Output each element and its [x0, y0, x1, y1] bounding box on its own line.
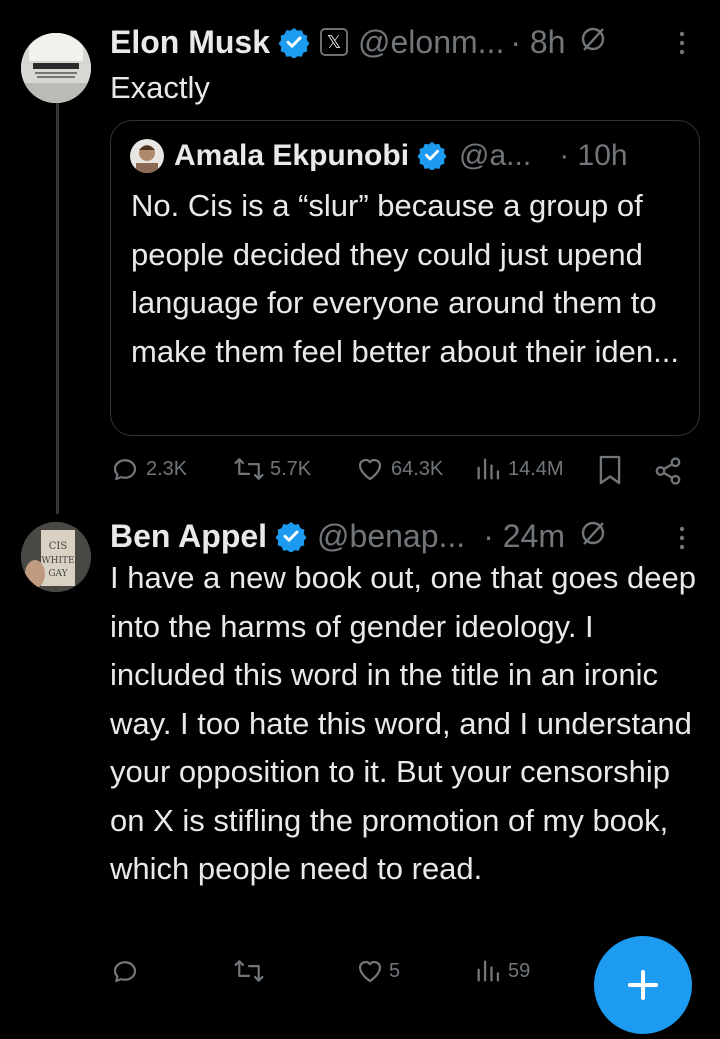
repost-icon [234, 458, 264, 480]
quote-header: Amala Ekpunobi @a... · 10h [174, 134, 628, 178]
views-count: 59 [508, 959, 531, 982]
verified-icon [278, 26, 310, 59]
svg-text:CIS: CIS [49, 541, 68, 552]
more-icon[interactable] [677, 28, 687, 65]
verified-icon [417, 140, 449, 172]
like-button[interactable]: 5 [355, 956, 400, 986]
views-count: 14.4M [508, 457, 564, 480]
author-name[interactable]: Elon Musk [110, 24, 270, 61]
author-handle[interactable]: @elonm... [358, 24, 504, 61]
views-button[interactable]: 14.4M [474, 454, 564, 484]
author-name[interactable]: Ben Appel [110, 518, 267, 555]
quote-text: No. Cis is a “slur” because a group of p… [131, 188, 679, 369]
avatar-ben[interactable]: CIS WHITE GAY [21, 522, 91, 592]
views-icon [477, 458, 500, 480]
svg-text:WHITE: WHITE [41, 556, 74, 566]
compose-icon [628, 970, 658, 1000]
tweet-text: Exactly [110, 70, 210, 105]
like-icon [358, 458, 382, 481]
reply-count: 2.3K [146, 457, 188, 480]
author-handle[interactable]: @benap... [317, 518, 465, 555]
quote-author-name: Amala Ekpunobi [174, 139, 410, 172]
reply-button[interactable]: 2.3K [110, 454, 187, 484]
tweet-header: Ben Appel @benap... · 24m [110, 514, 607, 558]
verified-icon [275, 520, 307, 553]
thread-connector-line [56, 102, 59, 514]
bookmark-icon [599, 455, 621, 485]
repost-count: 5.7K [270, 457, 312, 480]
repost-button[interactable]: 5.7K [232, 454, 311, 484]
tweet-header: Elon Musk 𝕏 @elonm... · 8h [110, 20, 607, 64]
reply-button[interactable] [110, 956, 146, 986]
views-button[interactable]: 59 [474, 956, 530, 986]
x-badge-icon: 𝕏 [320, 28, 349, 56]
reply-icon [113, 961, 137, 983]
reply-icon [113, 459, 137, 481]
views-icon [477, 960, 500, 982]
like-count: 64.3K [391, 457, 444, 480]
grok-icon[interactable] [579, 518, 607, 555]
quote-time: · 10h [559, 139, 628, 172]
share-button[interactable] [653, 456, 683, 486]
avatar-amala [130, 139, 164, 173]
svg-text:GAY: GAY [48, 569, 68, 579]
tweet-text: I have a new book out, one that goes dee… [110, 560, 697, 886]
tweet-time[interactable]: · 24m [483, 518, 565, 555]
avatar-elon[interactable] [21, 33, 91, 103]
quote-author-handle: @a... [459, 139, 532, 172]
like-count: 5 [389, 959, 401, 982]
share-icon [655, 457, 681, 485]
grok-icon[interactable] [579, 24, 607, 61]
repost-button[interactable] [232, 956, 270, 986]
like-button[interactable]: 64.3K [355, 454, 443, 484]
tweet-time[interactable]: · 8h [510, 24, 565, 61]
like-icon [358, 960, 382, 983]
repost-icon [234, 960, 264, 982]
bookmark-button[interactable] [597, 454, 623, 486]
compose-button[interactable] [594, 936, 692, 1034]
